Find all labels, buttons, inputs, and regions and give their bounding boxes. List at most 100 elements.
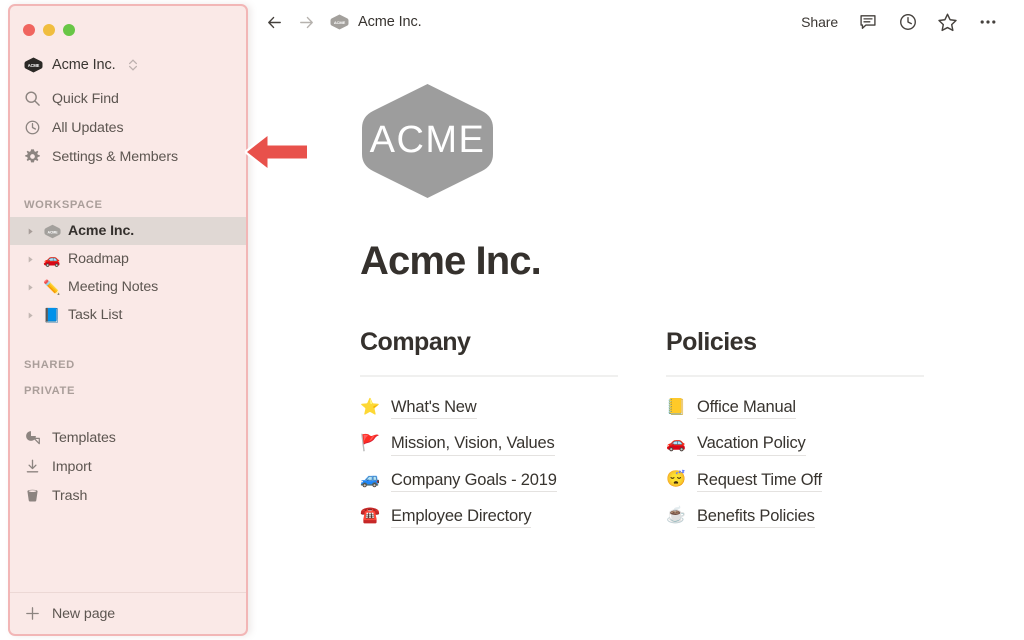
page-title: Acme Inc. (360, 239, 542, 283)
sidebar-page-roadmap[interactable]: 🚗 Roadmap (10, 245, 246, 273)
arrow-left-icon[interactable] (264, 12, 284, 32)
acme-hexagon-badge-icon: ACME (43, 223, 61, 239)
new-page-label: New page (52, 605, 116, 622)
sidebar-item-label: Templates (52, 429, 116, 446)
sidebar-item-trash[interactable]: Trash (10, 481, 246, 510)
svg-text:ACME: ACME (334, 20, 346, 25)
page-link-office-manual[interactable]: 📒 Office Manual (666, 396, 924, 420)
triangle-right-icon[interactable] (24, 225, 36, 237)
page-link-employee-directory[interactable]: ☎️ Employee Directory (360, 505, 618, 529)
car-emoji-icon: 🚙 (360, 471, 380, 489)
sidebar-item-label: All Updates (52, 119, 124, 136)
new-page-button[interactable]: New page (10, 592, 246, 634)
column-policies: Policies 📒 Office Manual 🚗 Vacation Poli… (666, 328, 924, 541)
sidebar-item-all-updates[interactable]: All Updates (10, 113, 246, 142)
page-link-vacation-policy[interactable]: 🚗 Vacation Policy (666, 432, 924, 456)
sidebar-item-import[interactable]: Import (10, 452, 246, 481)
sidebar-page-label: Meeting Notes (68, 279, 159, 295)
column-heading: Policies (666, 328, 757, 356)
column-heading: Company (360, 328, 471, 356)
section-header-private: PRIVATE (24, 385, 76, 397)
share-button[interactable]: Share (801, 14, 838, 30)
page-link-company-goals-2019[interactable]: 🚙 Company Goals - 2019 (360, 469, 618, 492)
arrow-right-icon[interactable] (296, 12, 316, 32)
notebook-emoji-icon: 📒 (666, 398, 686, 416)
coffee-emoji-icon: ☕ (666, 507, 686, 525)
page-link-label: Office Manual (697, 396, 796, 420)
page-link-label: Mission, Vision, Values (391, 432, 555, 456)
favorite-star-icon[interactable] (937, 12, 958, 33)
flag-emoji-icon: 🚩 (360, 434, 380, 452)
star-emoji-icon: ⭐ (360, 398, 380, 416)
sidebar-utility-nav: Templates Import Trash (10, 423, 246, 510)
triangle-right-icon[interactable] (24, 309, 36, 321)
triangle-right-icon[interactable] (24, 281, 36, 293)
download-icon (24, 458, 41, 475)
app-window: ACME Acme Inc. Quick Find All Updates Se… (0, 0, 1024, 640)
top-toolbar: ACME Acme Inc. Share (256, 0, 1024, 44)
page-content: ACME Acme Inc. Company ⭐ What's New 🚩 Mi… (256, 44, 1024, 541)
search-icon (24, 90, 41, 107)
workspace-switcher[interactable]: ACME Acme Inc. (10, 50, 246, 80)
close-window-button[interactable] (23, 23, 35, 36)
page-link-label: Employee Directory (391, 505, 532, 529)
updates-clock-icon[interactable] (897, 12, 918, 33)
sidebar-page-acme-inc[interactable]: ACME Acme Inc. (10, 217, 246, 245)
templates-icon (24, 429, 41, 446)
link-columns: Company ⭐ What's New 🚩 Mission, Vision, … (360, 328, 1024, 541)
column-divider (360, 375, 618, 377)
svg-text:ACME: ACME (28, 63, 40, 68)
car-emoji-icon: 🚗 (666, 434, 686, 452)
acme-hexagon-badge-icon: ACME (330, 14, 349, 30)
svg-text:ACME: ACME (47, 230, 58, 234)
workspace-name: Acme Inc. (52, 57, 116, 73)
page-link-label: Request Time Off (697, 469, 822, 492)
page-link-whats-new[interactable]: ⭐ What's New (360, 396, 618, 420)
chevron-up-down-icon[interactable] (128, 59, 138, 71)
sidebar-page-task-list[interactable]: 📘 Task List (10, 301, 246, 329)
telephone-emoji-icon: ☎️ (360, 507, 380, 525)
toolbar-actions: Share (801, 12, 998, 33)
sleeping-face-emoji-icon: 😴 (666, 471, 686, 489)
column-divider (666, 375, 924, 377)
sidebar-item-label: Import (52, 458, 92, 475)
comment-icon[interactable] (857, 12, 878, 33)
minimize-window-button[interactable] (43, 23, 55, 36)
more-options-icon[interactable] (977, 12, 998, 33)
sidebar-page-meeting-notes[interactable]: ✏️ Meeting Notes (10, 273, 246, 301)
maximize-window-button[interactable] (63, 23, 75, 36)
sidebar-page-label: Acme Inc. (68, 223, 135, 239)
acme-hexagon-badge-icon: ACME (24, 57, 43, 73)
page-link-mission-vision-values[interactable]: 🚩 Mission, Vision, Values (360, 432, 618, 456)
sidebar-page-label: Task List (68, 307, 123, 323)
page-link-request-time-off[interactable]: 😴 Request Time Off (666, 469, 924, 492)
sidebar-item-templates[interactable]: Templates (10, 423, 246, 452)
triangle-right-icon[interactable] (24, 253, 36, 265)
page-emoji: ✏️ (43, 279, 61, 295)
sidebar-item-label: Quick Find (52, 90, 119, 107)
page-link-label: Benefits Policies (697, 505, 815, 529)
gear-icon (24, 148, 41, 165)
sidebar-item-label: Trash (52, 487, 88, 504)
clock-icon (24, 119, 41, 136)
breadcrumb-label: Acme Inc. (358, 14, 422, 30)
page-link-label: Vacation Policy (697, 432, 806, 456)
svg-text:ACME: ACME (370, 119, 486, 161)
section-header-workspace: WORKSPACE (24, 199, 103, 211)
page-emoji: 🚗 (43, 251, 61, 267)
page-emoji: 📘 (43, 307, 61, 323)
sidebar: ACME Acme Inc. Quick Find All Updates Se… (8, 4, 248, 636)
page-link-benefits-policies[interactable]: ☕ Benefits Policies (666, 505, 924, 529)
sidebar-item-label: Settings & Members (52, 148, 178, 165)
page-link-label: What's New (391, 396, 477, 420)
sidebar-item-settings-members[interactable]: Settings & Members (10, 142, 246, 171)
history-nav (264, 12, 316, 32)
section-header-shared: SHARED (24, 359, 75, 371)
breadcrumb[interactable]: ACME Acme Inc. (330, 14, 422, 30)
window-controls (10, 6, 246, 40)
trash-icon (24, 487, 41, 504)
sidebar-item-quick-find[interactable]: Quick Find (10, 84, 246, 113)
plus-icon (24, 605, 41, 622)
page-link-label: Company Goals - 2019 (391, 469, 557, 492)
main-pane: ACME Acme Inc. Share ACME Acme Inc. Comp… (256, 0, 1024, 640)
